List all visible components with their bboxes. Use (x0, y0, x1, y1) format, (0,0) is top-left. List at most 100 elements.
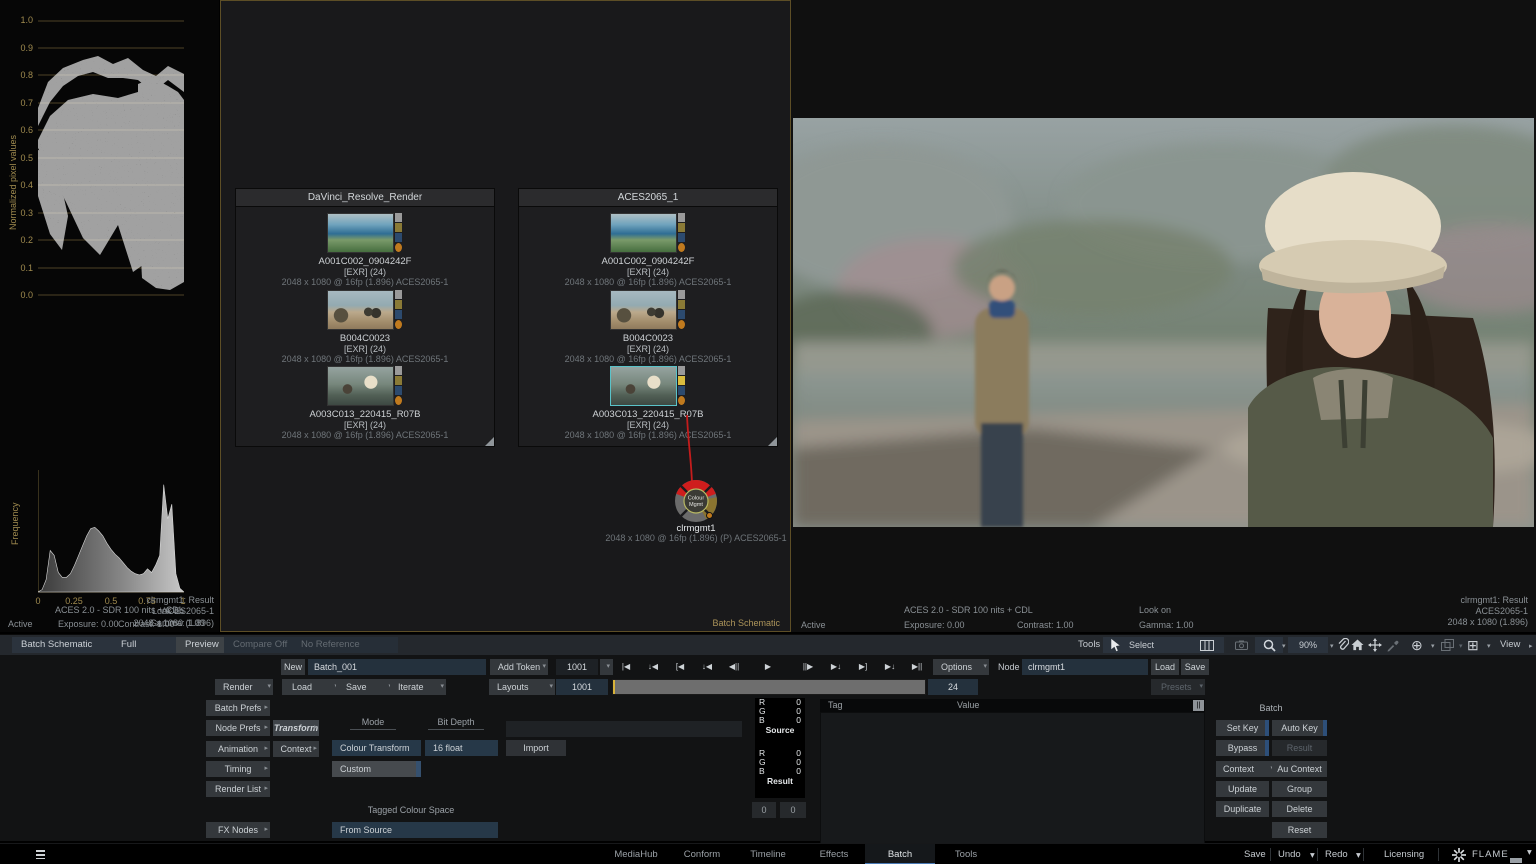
add-token-dropdown[interactable]: Add Token▾ (490, 659, 548, 675)
chevron-down-icon[interactable]: ▾ (1459, 642, 1463, 650)
fx-nodes-button[interactable]: FX Nodes▸ (206, 822, 270, 838)
node-name-field[interactable]: clrmgmt1 (1022, 659, 1148, 675)
transport-clip-end[interactable]: ▶] (853, 659, 873, 675)
duplicate-button[interactable]: Duplicate (1216, 801, 1269, 817)
reset-button[interactable]: Reset (1272, 822, 1327, 838)
tab-timeline[interactable]: Timeline (733, 844, 803, 864)
transport-go-start[interactable]: |◀ (616, 659, 636, 675)
group-resize-corner[interactable] (768, 437, 777, 446)
group-button[interactable]: Group (1272, 781, 1327, 797)
chevron-down-icon[interactable]: ▾ (1431, 642, 1435, 650)
layouts-dropdown[interactable]: Layouts▾ (489, 679, 555, 695)
zoom-level-field[interactable]: 90% (1288, 637, 1328, 653)
options-dropdown[interactable]: Options▾ (933, 659, 989, 675)
transform-tab-button[interactable]: Transform▸ (273, 720, 319, 736)
timing-button[interactable]: Timing▸ (206, 761, 270, 777)
redo-button[interactable]: Redo (1325, 844, 1348, 864)
image-viewer[interactable]: Active ACES 2.0 - SDR 100 nits + CDL Exp… (791, 0, 1536, 632)
colour-mgmt-node[interactable]: Colour Mgmt (674, 479, 718, 523)
tag-table-body[interactable] (820, 712, 1205, 844)
transport-step-back[interactable]: ◀|| (724, 659, 744, 675)
overlay-button[interactable] (1438, 637, 1457, 653)
clip-node[interactable]: A003C013_220415_R07B [EXR] (24) 2048 x 1… (236, 366, 494, 440)
node-load-button[interactable]: Load (1151, 659, 1179, 675)
transport-prev-keyframe[interactable]: ↓◀ (643, 659, 663, 675)
save-dropdown[interactable]: Save▾ (336, 679, 394, 695)
clip-thumbnail[interactable] (610, 290, 686, 330)
view-menu[interactable]: View (1500, 637, 1520, 653)
snapshot-button[interactable] (1226, 637, 1256, 653)
timebar-slider[interactable] (612, 679, 926, 695)
load-dropdown[interactable]: Load▾ (282, 679, 340, 695)
sample-x-field[interactable]: 0 (752, 802, 776, 818)
clip-thumbnail[interactable] (327, 290, 403, 330)
set-key-button[interactable]: Set Key (1216, 720, 1269, 736)
timebar-position-marker[interactable] (613, 680, 615, 694)
bypass-button[interactable]: Bypass (1216, 740, 1269, 756)
tagged-colour-space-selector[interactable]: From Source (332, 822, 498, 838)
mini-keyboard-icon[interactable] (1510, 858, 1522, 863)
node-prefs-button[interactable]: Node Prefs▸ (206, 720, 270, 736)
start-frame-field[interactable]: 1001 (556, 679, 608, 695)
save-menu-button[interactable]: Save (1244, 844, 1266, 864)
delete-button[interactable]: Delete (1272, 801, 1327, 817)
reference-selector[interactable]: No Reference (292, 637, 398, 653)
schematic-group-davinci[interactable]: DaVinci_Resolve_Render A001C002_0904242F… (235, 188, 495, 447)
update-button[interactable]: Update (1216, 781, 1269, 797)
transport-step-back-key[interactable]: ↓◀ (697, 659, 717, 675)
import-button[interactable]: Import (506, 740, 566, 756)
custom-toggle[interactable]: Custom (332, 761, 421, 777)
transport-next-keyframe[interactable]: ▶↓ (880, 659, 900, 675)
group-title[interactable]: DaVinci_Resolve_Render (236, 189, 494, 207)
tab-conform[interactable]: Conform (667, 844, 737, 864)
chevron-down-icon[interactable]: ▾ (1356, 845, 1361, 864)
clip-node[interactable]: A001C002_0904242F [EXR] (24) 2048 x 1080… (519, 213, 777, 287)
chevron-down-icon[interactable]: ▾ (1487, 642, 1491, 650)
render-list-button[interactable]: Render List▸ (206, 781, 270, 797)
frame-dropdown[interactable]: ▾ (600, 659, 613, 675)
zoom-tool-button[interactable] (1255, 637, 1283, 653)
new-batch-button[interactable]: New (281, 659, 305, 675)
clip-node[interactable]: B004C0023 [EXR] (24) 2048 x 1080 @ 16fp … (236, 290, 494, 364)
tab-tools[interactable]: Tools (931, 844, 1001, 864)
clip-thumbnail[interactable] (327, 366, 403, 406)
context-tab-button[interactable]: Context▸ (273, 741, 319, 757)
bit-depth-selector[interactable]: 16 float (425, 740, 498, 756)
group-title[interactable]: ACES2065_1 (519, 189, 777, 207)
tab-mediahub[interactable]: MediaHub (601, 844, 671, 864)
licensing-button[interactable]: Licensing (1384, 844, 1424, 864)
compare-selector[interactable]: Compare Off (224, 637, 300, 653)
batch-schematic-canvas[interactable]: DaVinci_Resolve_Render A001C002_0904242F… (220, 0, 791, 632)
clip-node-selected[interactable]: A003C013_220415_R07B [EXR] (24) 2048 x 1… (519, 366, 777, 440)
undo-button[interactable]: Undo (1278, 844, 1301, 864)
transport-next-key[interactable]: ▶↓ (826, 659, 846, 675)
tab-batch[interactable]: Batch (865, 844, 935, 864)
transport-step-forward[interactable]: ||▶ (798, 659, 818, 675)
result-button[interactable]: Result (1272, 740, 1327, 756)
clip-thumbnail[interactable] (610, 366, 686, 406)
chevron-right-icon[interactable]: ▸ (1529, 642, 1533, 650)
tab-effects[interactable]: Effects (799, 844, 869, 864)
transport-play[interactable]: ▶ (758, 659, 778, 675)
pan-tool-button[interactable] (1365, 637, 1385, 653)
panels-layout-button[interactable] (1192, 637, 1222, 653)
clip-thumbnail[interactable] (610, 213, 686, 253)
chevron-down-icon[interactable]: ▾ (1330, 642, 1334, 650)
chevron-down-icon[interactable]: ▾ (1527, 842, 1532, 863)
schematic-group-aces[interactable]: ACES2065_1 A001C002_0904242F [EXR] (24) … (518, 188, 778, 447)
context-dropdown[interactable]: Context▾ (1216, 761, 1276, 777)
clip-node[interactable]: B004C0023 [EXR] (24) 2048 x 1080 @ 16fp … (519, 290, 777, 364)
mode-selector[interactable]: Colour Transform (332, 740, 421, 756)
view-mode-selector[interactable]: Batch Schematic (12, 637, 115, 653)
presets-dropdown[interactable]: Presets▾ (1151, 679, 1205, 695)
node-save-button[interactable]: Save (1181, 659, 1209, 675)
colour-picker-button[interactable] (1383, 637, 1402, 653)
keyboard-shortcuts-icon[interactable] (36, 850, 45, 859)
centre-view-button[interactable]: ⊕ (1408, 637, 1426, 653)
transport-go-end[interactable]: ▶|| (907, 659, 927, 675)
clip-node[interactable]: A001C002_0904242F [EXR] (24) 2048 x 1080… (236, 213, 494, 287)
preview-button[interactable]: Preview (176, 637, 230, 653)
duration-field[interactable]: 24 (928, 679, 978, 695)
chevron-down-icon[interactable]: ▾ (1310, 845, 1315, 864)
transport-clip-start[interactable]: [◀ (670, 659, 690, 675)
